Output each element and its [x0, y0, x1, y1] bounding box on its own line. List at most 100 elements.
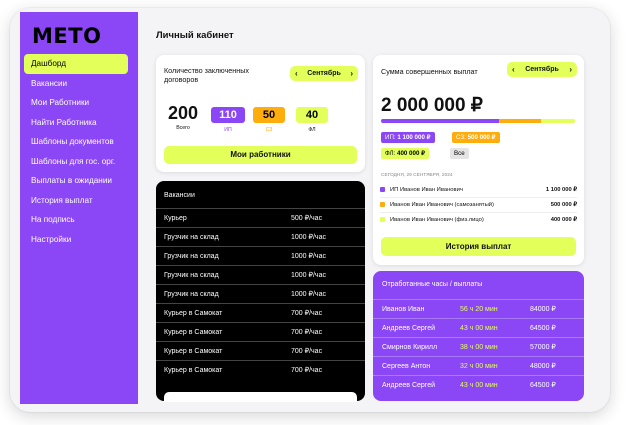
- payouts-chip-sz[interactable]: СЗ: 500 000 ₽: [452, 132, 500, 143]
- worked-time: 32 ч 00 мин: [460, 362, 498, 370]
- ip-marker-icon: [380, 187, 385, 192]
- vacancy-rate: 1000 ₽/час: [291, 253, 326, 260]
- payouts-card: [373, 55, 584, 265]
- hours-row[interactable]: Сергеев Антон 32 ч 00 мин 48000 ₽: [373, 356, 584, 375]
- payout-row[interactable]: ИП Иванов Иван Иванович 1 100 000 ₽: [380, 183, 577, 196]
- contracts-total: 200 Всего: [164, 104, 202, 131]
- contracts-total-label: Всего: [176, 125, 190, 131]
- vacancies-more-button[interactable]: [164, 392, 357, 402]
- vacancy-rate: 700 ₽/час: [291, 310, 323, 317]
- vacancy-row[interactable]: Курьер в Самокат 700 ₽/час: [156, 360, 365, 379]
- vacancy-name: Курьер в Самокат: [164, 328, 223, 336]
- hours-row[interactable]: Андреев Сергей 43 ч 00 мин 64500 ₽: [373, 375, 584, 394]
- chevron-left-icon[interactable]: ‹: [295, 66, 298, 81]
- vacancy-rate: 1000 ₽/час: [291, 291, 326, 298]
- vacancy-row[interactable]: Грузчик на склад 1000 ₽/час: [156, 227, 365, 246]
- payouts-date: СЕГОДНЯ, 29 СЕНТЯБРЯ, 2024: [381, 173, 453, 178]
- page-title: Личный кабинет: [156, 30, 234, 41]
- hours-row[interactable]: Андреев Сергей 43 ч 00 мин 64500 ₽: [373, 318, 584, 337]
- payouts-total: 2 000 000 ₽: [381, 95, 483, 116]
- vacancy-row[interactable]: Курьер в Самокат 700 ₽/час: [156, 341, 365, 360]
- sidebar-item-settings[interactable]: Настройки: [24, 230, 128, 250]
- payout-row[interactable]: Иванов Иван Иванович (самозанятый) 500 0…: [380, 198, 577, 211]
- worker-name: Сергеев Антон: [382, 362, 431, 370]
- vacancy-row[interactable]: Грузчик на склад 1000 ₽/час: [156, 265, 365, 284]
- payout-name: Иванов Иван Иванович (физ.лицо): [390, 216, 484, 223]
- contracts-ip-label: ИП: [224, 127, 232, 133]
- chevron-left-icon[interactable]: ‹: [512, 62, 515, 77]
- sz-marker-icon: [380, 202, 385, 207]
- vacancy-name: Курьер: [164, 214, 187, 222]
- chip-sz-value: 500 000 ₽: [467, 134, 496, 141]
- vacancy-name: Грузчик на склад: [164, 271, 219, 279]
- payouts-month-selector[interactable]: ‹ Сентябрь ›: [507, 62, 577, 77]
- sidebar-item-payout-history[interactable]: История выплат: [24, 191, 128, 211]
- chip-ip-label: ИП:: [385, 134, 396, 141]
- contracts-sz-value: 50: [253, 107, 285, 123]
- contracts-month-selector[interactable]: ‹ Сентябрь ›: [290, 66, 358, 81]
- vacancy-name: Грузчик на склад: [164, 233, 219, 241]
- vacancy-name: Грузчик на склад: [164, 252, 219, 260]
- payout-amount: 57000 ₽: [530, 344, 556, 351]
- chevron-right-icon[interactable]: ›: [569, 62, 572, 77]
- sidebar-item-find-worker[interactable]: Найти Работника: [24, 113, 128, 133]
- vacancy-rate: 700 ₽/час: [291, 329, 323, 336]
- payouts-chip-ip[interactable]: ИП: 1 100 000 ₽: [381, 132, 435, 143]
- vacancies-title: Вакансии: [164, 192, 195, 199]
- chip-ip-value: 1 100 000 ₽: [397, 134, 431, 141]
- payout-history-button[interactable]: История выплат: [381, 237, 576, 256]
- hours-row[interactable]: Иванов Иван 56 ч 20 мин 84000 ₽: [373, 299, 584, 318]
- sidebar-item-pending-payouts[interactable]: Выплаты в ожидании: [24, 171, 128, 191]
- contracts-title: Количество заключенных договоров: [164, 66, 249, 84]
- vacancy-row[interactable]: Курьер в Самокат 700 ₽/час: [156, 322, 365, 341]
- hours-row[interactable]: Смирнов Кирилл 38 ч 00 мин 57000 ₽: [373, 337, 584, 356]
- vacancy-rate: 1000 ₽/час: [291, 234, 326, 241]
- vacancy-rate: 700 ₽/час: [291, 367, 323, 374]
- payout-sum: 500 000 ₽: [550, 201, 577, 208]
- payout-sum: 400 000 ₽: [550, 216, 577, 223]
- sidebar-item-document-templates[interactable]: Шаблоны документов: [24, 132, 128, 152]
- payouts-chip-fl[interactable]: ФЛ: 400 000 ₽: [381, 148, 430, 159]
- sidebar-item-to-sign[interactable]: На подпись: [24, 210, 128, 230]
- vacancy-rate: 1000 ₽/час: [291, 272, 326, 279]
- worker-name: Андреев Сергей: [382, 324, 436, 332]
- logo: METO: [32, 24, 102, 48]
- vacancy-row[interactable]: Курьер в Самокат 700 ₽/час: [156, 303, 365, 322]
- contracts-fl-label: ФЛ: [308, 127, 316, 133]
- contracts-fl-value: 40: [296, 107, 328, 123]
- sidebar-nav: Дашборд Вакансии Мои Работники Найти Раб…: [24, 54, 128, 249]
- sidebar-item-vacancies[interactable]: Вакансии: [24, 74, 128, 94]
- payouts-list: ИП Иванов Иван Иванович 1 100 000 ₽ Иван…: [373, 183, 584, 228]
- sidebar-item-my-workers[interactable]: Мои Работники: [24, 93, 128, 113]
- sidebar: METO Дашборд Вакансии Мои Работники Найт…: [20, 12, 138, 404]
- payouts-bar-ip: [381, 119, 499, 123]
- payouts-chip-all[interactable]: Все: [450, 148, 469, 159]
- worked-time: 56 ч 20 мин: [460, 305, 498, 313]
- worker-name: Андреев Сергей: [382, 381, 436, 389]
- vacancy-name: Грузчик на склад: [164, 290, 219, 298]
- sidebar-item-dashboard[interactable]: Дашборд: [24, 54, 128, 74]
- vacancy-row[interactable]: Грузчик на склад 1000 ₽/час: [156, 284, 365, 303]
- chevron-right-icon[interactable]: ›: [350, 66, 353, 81]
- contracts-sz-label: СЗ: [265, 127, 273, 133]
- vacancy-row[interactable]: Грузчик на склад 1000 ₽/час: [156, 246, 365, 265]
- payouts-bar-fl: [541, 119, 575, 123]
- vacancy-name: Курьер в Самокат: [164, 347, 223, 355]
- payout-sum: 1 100 000 ₽: [545, 186, 577, 193]
- hours-title: Отработанные часы / выплаты: [382, 281, 483, 288]
- contracts-sz: 50 СЗ: [253, 107, 285, 133]
- vacancy-name: Курьер в Самокат: [164, 309, 223, 317]
- worked-time: 43 ч 00 мин: [460, 381, 498, 389]
- sidebar-item-gov-templates[interactable]: Шаблоны для гос. орг.: [24, 152, 128, 172]
- vacancy-rate: 700 ₽/час: [291, 348, 323, 355]
- payouts-bar-sz: [499, 119, 541, 123]
- contracts-ip: 110 ИП: [211, 107, 245, 133]
- payout-row[interactable]: Иванов Иван Иванович (физ.лицо) 400 000 …: [380, 213, 577, 226]
- vacancy-row[interactable]: Курьер 500 ₽/час: [156, 208, 365, 227]
- contracts-total-value: 200: [167, 103, 199, 123]
- contracts-ip-value: 110: [211, 107, 245, 123]
- worker-name: Иванов Иван: [382, 305, 425, 313]
- fl-marker-icon: [380, 217, 385, 222]
- my-workers-button[interactable]: Мои работники: [164, 146, 357, 164]
- chip-fl-value: 400 000 ₽: [397, 150, 426, 157]
